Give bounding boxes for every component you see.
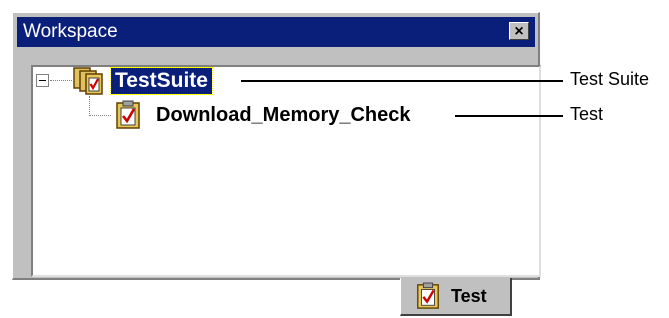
close-icon: × <box>514 23 524 40</box>
callout-line-test-suite <box>241 80 563 82</box>
window-title: Workspace <box>23 21 118 42</box>
workspace-window: Workspace × <box>12 12 541 280</box>
close-button[interactable]: × <box>509 22 529 40</box>
callout-test-suite: Test Suite <box>570 69 650 89</box>
tab-test[interactable]: Test <box>400 278 512 316</box>
tree-node-testsuite[interactable]: TestSuite <box>110 67 213 95</box>
test-suite-icon <box>73 67 103 95</box>
test-icon <box>417 282 439 309</box>
test-icon <box>116 100 140 129</box>
callout-line-test <box>455 115 563 117</box>
tree-connector <box>89 96 90 116</box>
tree-connector <box>89 115 111 116</box>
tree-node-download-memory-check[interactable]: Download_Memory_Check <box>156 102 411 128</box>
workspace-title-bar[interactable]: Workspace × <box>17 17 535 47</box>
collapse-toggle[interactable] <box>36 74 49 87</box>
tab-test-label: Test <box>451 286 487 306</box>
workspace-tree[interactable] <box>31 65 541 277</box>
tree-connector <box>50 80 72 81</box>
callout-test: Test <box>570 104 604 124</box>
